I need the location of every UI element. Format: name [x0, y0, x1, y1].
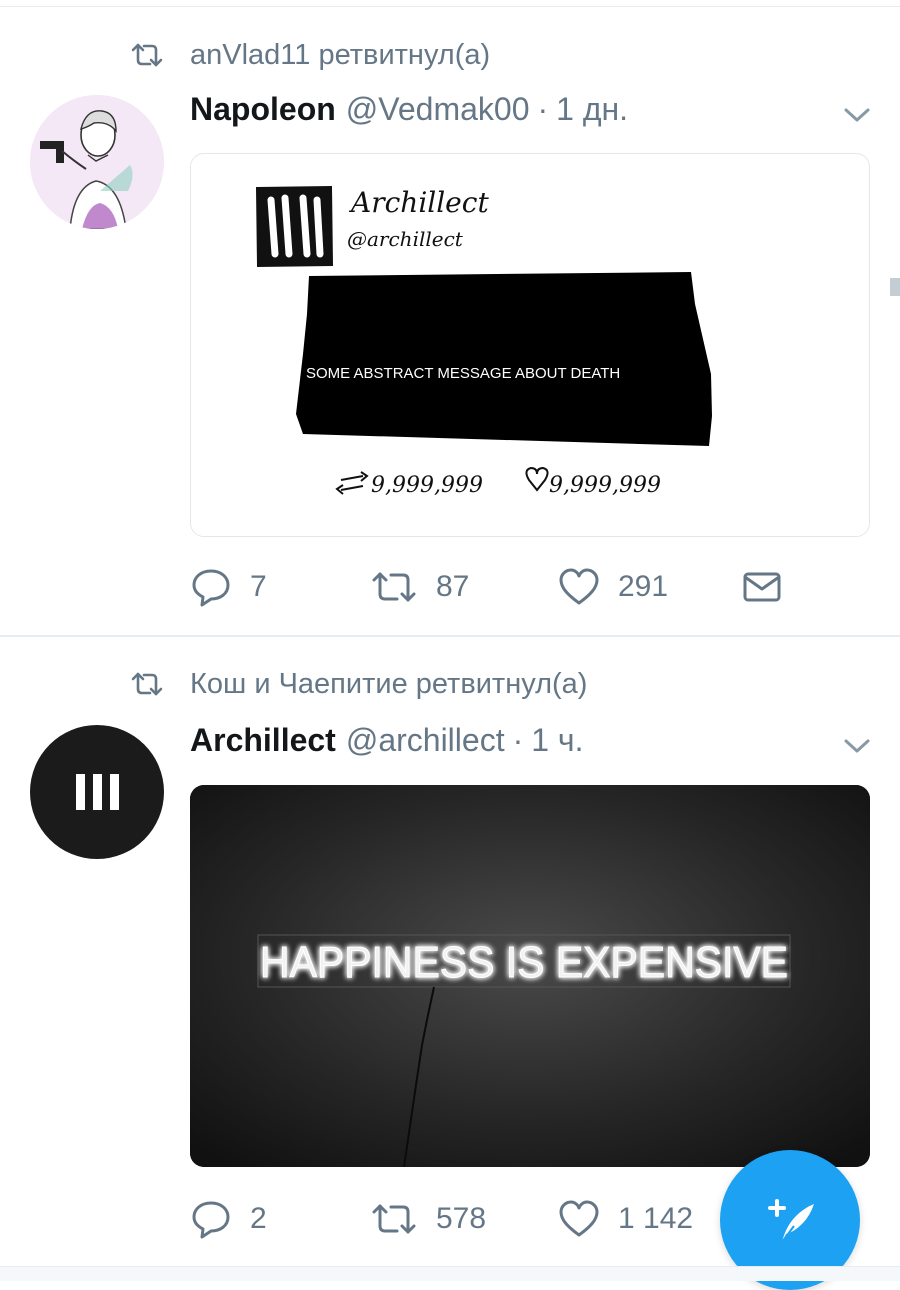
retweeted-by-label: anVlad11 ретвитнул(а) [190, 38, 491, 71]
tweet-header: Napoleon @Vedmak00 · 1 дн. [190, 87, 628, 131]
separator-dot: · [537, 90, 549, 127]
tweet-header: Archillect @archillect · 1 ч. [190, 718, 583, 762]
avatar[interactable] [30, 725, 164, 859]
bottom-bar [0, 1266, 900, 1281]
retweet-button[interactable]: 87 [370, 562, 469, 612]
reply-icon [192, 1201, 230, 1239]
retweet-context[interactable]: anVlad11 ретвитнул(а) [130, 35, 490, 75]
retweet-button[interactable]: 578 [370, 1194, 486, 1244]
author-handle[interactable]: @Vedmak00 [346, 91, 530, 128]
dm-button[interactable] [742, 562, 800, 612]
retweet-count: 87 [436, 570, 470, 603]
author-name[interactable]: Archillect [190, 722, 336, 759]
retweet-icon [130, 40, 170, 70]
dm-icon [743, 572, 781, 602]
reply-icon [192, 569, 230, 607]
tweet-actions: 7 87 291 [190, 562, 810, 612]
reply-count: 2 [250, 1202, 267, 1235]
redacted-message: SOME ABSTRACT MESSAGE ABOUT DEATH [306, 365, 620, 382]
like-button[interactable]: 1 142 [558, 1194, 693, 1244]
caret-down-icon[interactable] [842, 736, 872, 756]
like-button[interactable]: 291 [558, 562, 668, 612]
author-handle[interactable]: @archillect [346, 722, 505, 759]
like-count: 1 142 [618, 1202, 694, 1235]
drawn-account-handle: @archillect [347, 227, 464, 251]
reply-button[interactable]: 2 [190, 1194, 267, 1244]
tweet-timestamp[interactable]: 1 ч. [531, 722, 583, 759]
tweet-timestamp[interactable]: 1 дн. [556, 91, 628, 128]
avatar-drawing [30, 95, 164, 229]
like-count: 291 [618, 570, 669, 603]
avatar[interactable] [30, 95, 164, 229]
retweet-count: 578 [436, 1202, 487, 1235]
author-name[interactable]: Napoleon [190, 91, 336, 128]
separator-dot: · [512, 721, 524, 758]
tweet-media-card[interactable]: Archillect @archillect SOME ABSTRACT MES… [190, 153, 870, 537]
caret-down-icon[interactable] [842, 105, 872, 125]
like-icon [559, 568, 599, 605]
retweet-context[interactable]: Кош и Чаепитие ретвитнул(а) [130, 664, 587, 704]
tweet-media-image[interactable]: HAPPINESS IS EXPENSIVE [190, 785, 870, 1167]
retweet-icon [130, 669, 170, 699]
retweeted-by-label: Кош и Чаепитие ретвитнул(а) [190, 667, 588, 700]
compose-tweet-icon [768, 1199, 814, 1243]
tweet-napoleon[interactable]: anVlad11 ретвитнул(а) Napoleon @Vedmak00… [0, 7, 900, 635]
scrollbar-thumb[interactable] [890, 278, 900, 296]
neon-sign-photo: HAPPINESS IS EXPENSIVE [190, 785, 870, 1167]
hand-drawn-tweet-image: Archillect @archillect SOME ABSTRACT MES… [255, 185, 712, 498]
drawn-account-name: Archillect [348, 186, 489, 219]
reply-count: 7 [250, 570, 267, 603]
archillect-logo [76, 774, 119, 810]
drawn-like-count: 9,999,999 [549, 473, 661, 498]
drawn-retweet-count: 9,999,999 [371, 473, 483, 498]
reply-button[interactable]: 7 [190, 562, 267, 612]
retweet-icon [372, 1204, 416, 1234]
tweet-actions: 2 578 1 142 [190, 1194, 810, 1244]
like-icon [559, 1200, 599, 1237]
neon-text: HAPPINESS IS EXPENSIVE [260, 938, 788, 987]
retweet-icon [372, 572, 416, 602]
